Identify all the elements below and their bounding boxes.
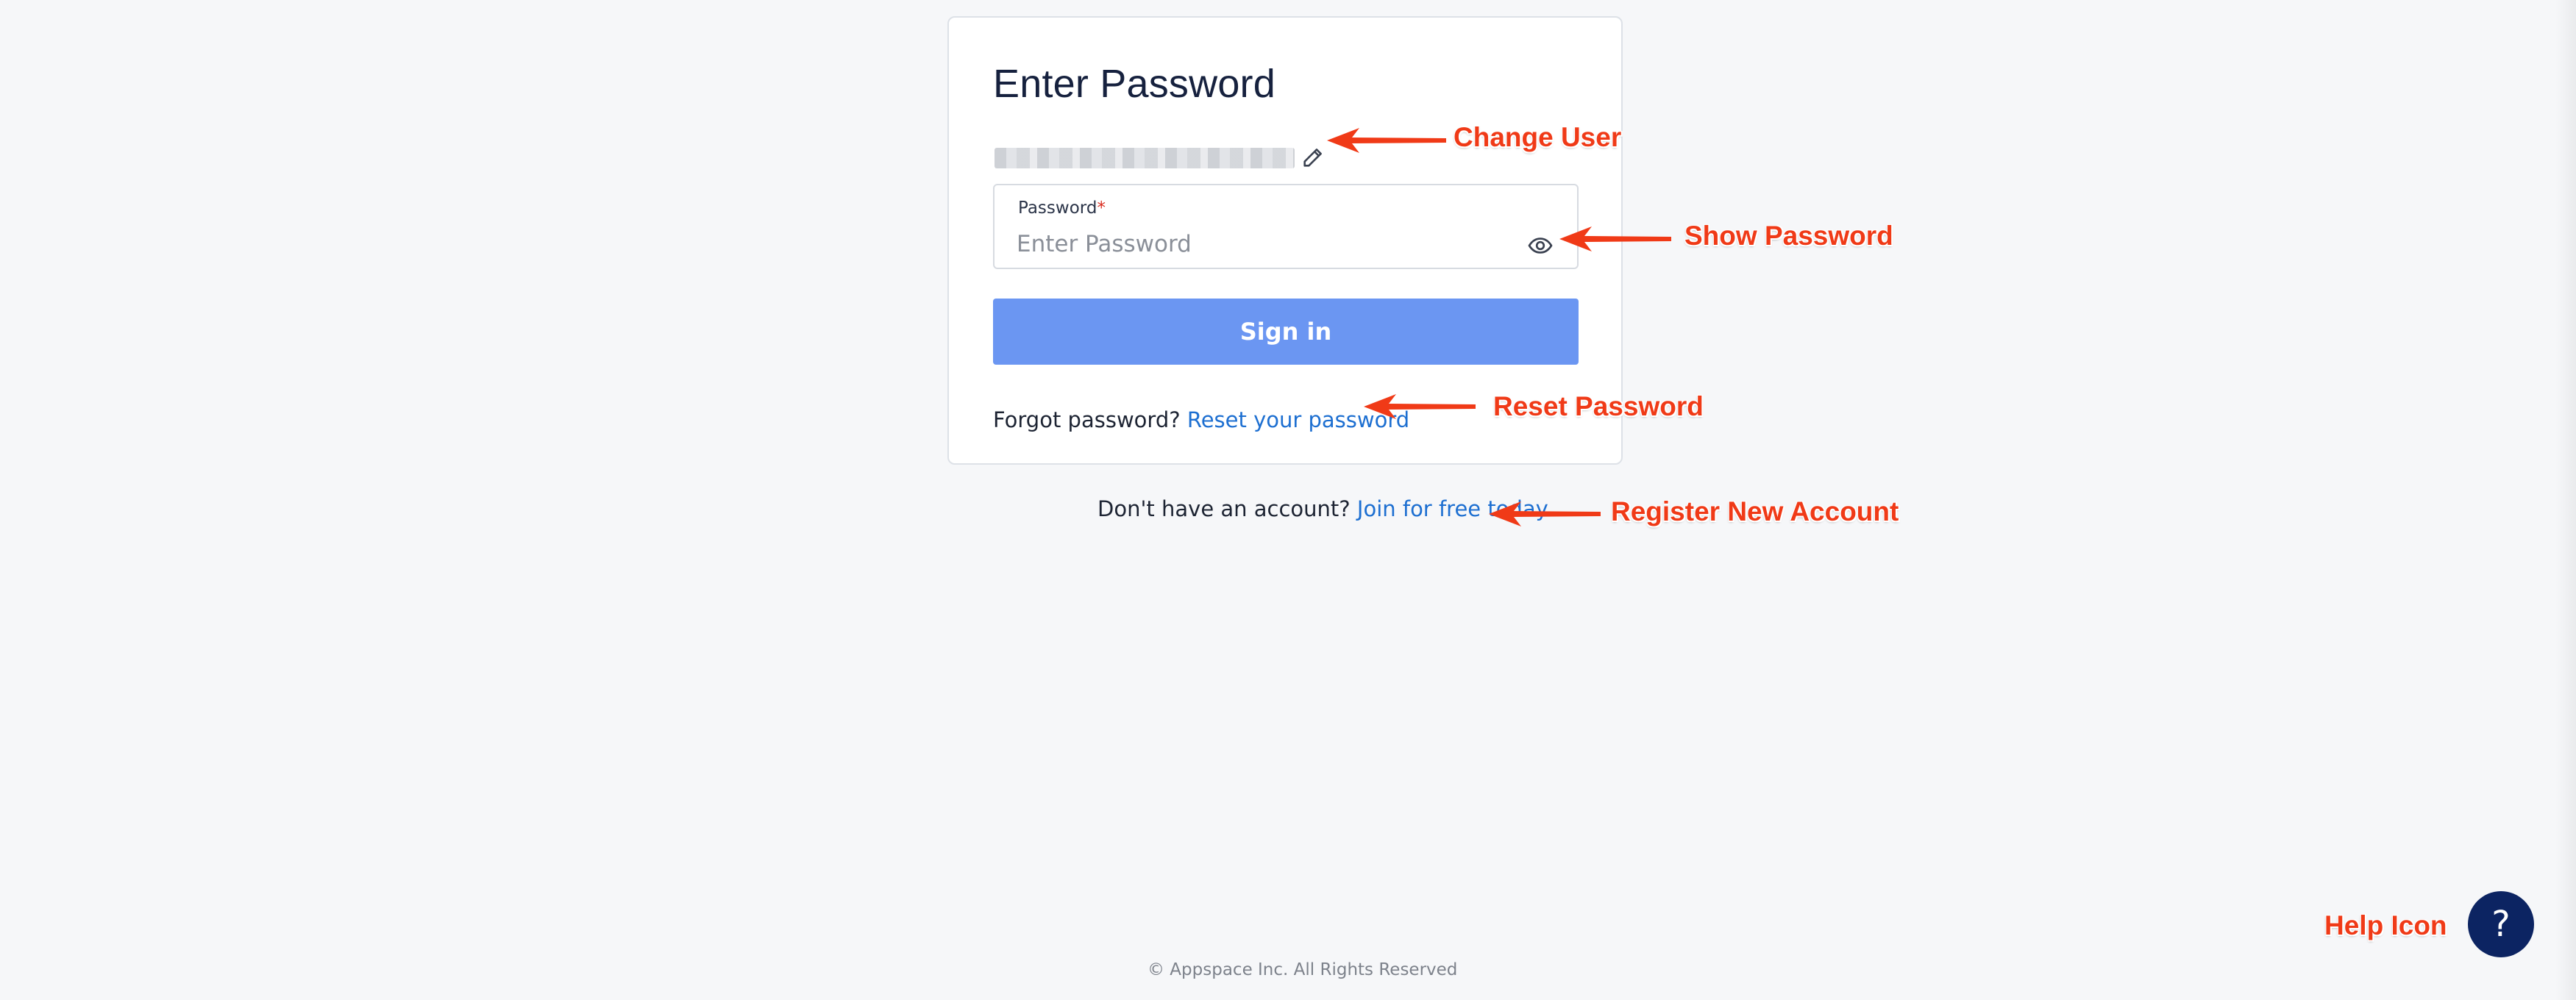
page-title: Enter Password xyxy=(993,62,1275,106)
password-field[interactable]: Password* xyxy=(993,184,1579,269)
required-mark: * xyxy=(1097,199,1106,218)
redacted-email xyxy=(995,148,1295,168)
annotation-show-password: Show Password xyxy=(1684,221,1893,251)
password-input[interactable] xyxy=(1017,228,1502,260)
register-row: Don't have an account? Join for free tod… xyxy=(1097,496,1548,521)
eye-icon[interactable] xyxy=(1527,232,1554,259)
annotation-register-new-account: Register New Account xyxy=(1611,496,1899,526)
sign-in-button[interactable]: Sign in xyxy=(993,299,1579,365)
copyright-text: © Appspace Inc. All Rights Reserved xyxy=(1148,960,1458,979)
annotation-arrow-show-password xyxy=(1559,226,1671,251)
help-button[interactable]: ? xyxy=(2468,891,2534,957)
register-text: Don't have an account? xyxy=(1097,496,1351,521)
forgot-password-row: Forgot password? Reset your password xyxy=(993,407,1409,432)
pencil-icon[interactable] xyxy=(1301,145,1326,170)
annotation-help-icon: Help Icon xyxy=(2324,910,2447,940)
annotation-arrow-register xyxy=(1489,501,1601,526)
annotation-change-user: Change User xyxy=(1454,122,1622,152)
help-icon: ? xyxy=(2491,904,2511,945)
page-edge-shadow xyxy=(2555,0,2576,1000)
forgot-password-text: Forgot password? xyxy=(993,407,1181,432)
password-label: Password* xyxy=(1018,199,1106,218)
annotation-reset-password: Reset Password xyxy=(1493,391,1704,421)
annotation-arrow-change-user xyxy=(1327,128,1446,153)
current-user-row xyxy=(995,132,1333,168)
annotation-arrow-reset-password xyxy=(1364,394,1476,419)
